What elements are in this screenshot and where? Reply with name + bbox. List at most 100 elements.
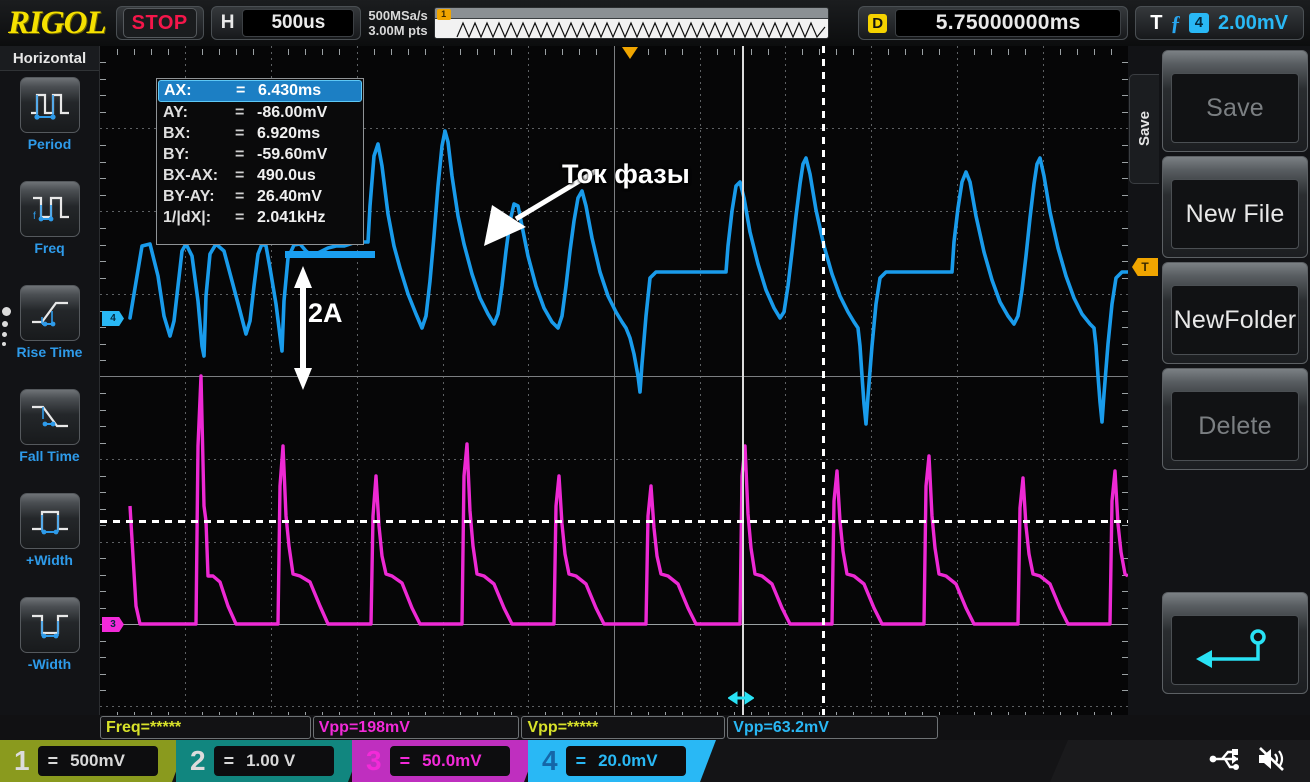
cursor-horizontal[interactable] xyxy=(100,520,1128,523)
channel-2[interactable]: 2 = 1.00 V xyxy=(176,740,364,782)
new-file-button-label: New File xyxy=(1185,199,1285,228)
channel-bar: 1 = 500mV 2 = 1.00 V 3 = 50.0mV 4 = 20.0… xyxy=(0,740,1310,782)
trigger-level-marker[interactable]: T xyxy=(1132,258,1158,276)
channel-4-coupling: = xyxy=(575,750,587,771)
menu-label-negative-width: -Width xyxy=(27,656,72,672)
cursor-key-by: BY: xyxy=(163,145,190,163)
cursor-eq-bxax: = xyxy=(235,166,245,184)
usb-icon[interactable] xyxy=(1208,746,1242,777)
measurement-text-3: Vpp=63.2mV xyxy=(733,718,829,736)
channel-1-coupling: = xyxy=(47,750,59,771)
channel-2-coupling: = xyxy=(223,750,235,771)
menu-label-positive-width: +Width xyxy=(26,552,73,568)
cursor-eq-ax: = xyxy=(236,82,246,99)
measurement-item-2[interactable]: Vpp=***** xyxy=(521,716,726,739)
cursor-key-ax: AX: xyxy=(164,82,192,99)
sound-mute-icon[interactable] xyxy=(1256,746,1286,777)
delay-badge: D xyxy=(868,13,888,33)
measurement-item-1[interactable]: Vpp=198mV xyxy=(312,716,520,739)
save-menu-tab-label: Save xyxy=(1136,111,1153,147)
cursor-value-byay: 26.40mV xyxy=(257,187,322,205)
scroll-position-dots xyxy=(2,307,11,351)
horizontal-badge: H xyxy=(220,12,235,33)
cursor-key-invdx: 1/|dX|: xyxy=(163,208,212,226)
menu-label-fall-time: Fall Time xyxy=(19,448,80,464)
channel-3-number: 3 xyxy=(366,745,382,776)
cursor-key-byay: BY-AY: xyxy=(163,187,215,205)
sample-rate-info: 500MSa/s 3.00M pts xyxy=(368,8,427,38)
menu-item-fall-time[interactable]: Fall Time xyxy=(0,383,99,487)
left-measure-menu: Horizontal Period f Freq Rise Time Fall … xyxy=(0,46,100,715)
menu-label-rise-time: Rise Time xyxy=(16,344,83,360)
menu-item-freq[interactable]: f Freq xyxy=(0,175,99,279)
cursor-row-bx: BX: = 6.920ms xyxy=(157,123,363,144)
run-stop-indicator[interactable]: STOP xyxy=(115,6,204,40)
channel-3-scale: 50.0mV xyxy=(422,751,482,770)
cursor-row-by: BY: = -59.60mV xyxy=(157,144,363,165)
menu-item-period[interactable]: Period xyxy=(0,71,99,175)
cursor-readout-panel: AX: = 6.430ms AY: = -86.00mV BX: = 6.920… xyxy=(156,78,364,245)
top-status-bar: RIGOL STOP H 500us 500MSa/s 3.00M pts 1 … xyxy=(0,0,1310,46)
new-file-button[interactable]: New File xyxy=(1162,156,1308,258)
minimap-waveform xyxy=(434,19,828,38)
reference-level-bar xyxy=(285,251,375,258)
delete-button[interactable]: Delete xyxy=(1162,368,1308,470)
trigger-level-value: 2.00mV xyxy=(1217,11,1288,34)
cursor-b-vertical[interactable] xyxy=(822,46,825,715)
cursor-row-ay: AY: = -86.00mV xyxy=(157,102,363,123)
save-button-label: Save xyxy=(1206,93,1264,122)
cursor-a-vertical[interactable] xyxy=(742,46,744,715)
measurement-item-0[interactable]: Freq=***** xyxy=(100,716,311,739)
channel-3[interactable]: 3 = 50.0mV xyxy=(352,740,540,782)
cursor-eq-ay: = xyxy=(235,103,245,121)
channel-1[interactable]: 1 = 500mV xyxy=(0,740,188,782)
timebase-value: 500us xyxy=(242,9,355,37)
amplitude-scale-label: 2A xyxy=(308,298,343,328)
measurement-text-1: Vpp=198mV xyxy=(318,718,410,736)
left-menu-title: Horizontal xyxy=(0,46,99,71)
channel-3-coupling: = xyxy=(399,750,411,771)
save-menu-tab[interactable]: Save xyxy=(1129,74,1159,184)
return-button[interactable] xyxy=(1162,592,1308,694)
horizontal-timebase-control[interactable]: H 500us xyxy=(210,6,362,40)
channel-4-scale: 20.0mV xyxy=(598,751,658,770)
memory-depth-value: 3.00M pts xyxy=(368,23,428,38)
channel-4[interactable]: 4 = 20.0mV xyxy=(528,740,716,782)
measurement-text-0: Freq=***** xyxy=(106,718,182,736)
cursor-value-by: -59.60mV xyxy=(257,145,328,163)
cursor-key-ay: AY: xyxy=(163,103,188,121)
save-button[interactable]: Save xyxy=(1162,50,1308,152)
channel-4-number: 4 xyxy=(542,745,558,776)
sample-rate-value: 500MSa/s xyxy=(368,8,428,23)
frequency-waveform-icon: f xyxy=(19,181,80,237)
menu-item-negative-width[interactable]: -Width xyxy=(0,591,99,695)
new-folder-button[interactable]: NewFolder xyxy=(1162,262,1308,364)
phase-current-label: Ток фазы xyxy=(562,159,690,189)
cursor-eq-bx: = xyxy=(235,124,245,142)
waveform-minimap[interactable]: 1 xyxy=(433,7,829,39)
trigger-control[interactable]: T ƒ 4 2.00mV xyxy=(1135,6,1304,40)
period-waveform-icon xyxy=(19,77,80,133)
cursor-value-invdx: 2.041kHz xyxy=(257,208,326,226)
rigol-logo: RIGOL xyxy=(8,4,107,41)
cursor-value-bx: 6.920ms xyxy=(257,124,321,142)
waveform-display[interactable]: 4 3 AX: = 6.430ms AY: = -86.00mV BX: = 6… xyxy=(100,46,1128,715)
cursor-drag-handle[interactable] xyxy=(727,691,755,705)
measurement-item-3[interactable]: Vpp=63.2mV xyxy=(727,716,938,739)
channel-1-number: 1 xyxy=(14,745,30,776)
fall-time-icon xyxy=(19,389,80,445)
menu-label-freq: Freq xyxy=(34,240,65,256)
delay-control[interactable]: D 5.75000000ms xyxy=(858,6,1129,40)
delete-button-label: Delete xyxy=(1198,411,1272,440)
cursor-row-ax: AX: = 6.430ms xyxy=(158,80,362,102)
menu-item-rise-time[interactable]: Rise Time xyxy=(0,279,99,383)
menu-label-period: Period xyxy=(27,136,72,152)
cursor-eq-by: = xyxy=(235,145,245,163)
right-save-menu: Save T Save New File NewFolder Delete xyxy=(1128,46,1310,715)
menu-item-positive-width[interactable]: +Width xyxy=(0,487,99,591)
delay-value: 5.75000000ms xyxy=(895,9,1122,37)
new-folder-button-label: NewFolder xyxy=(1173,305,1297,334)
trigger-badge: T xyxy=(1150,11,1163,34)
rise-time-icon xyxy=(19,285,80,341)
cursor-value-bxax: 490.0us xyxy=(257,166,316,184)
